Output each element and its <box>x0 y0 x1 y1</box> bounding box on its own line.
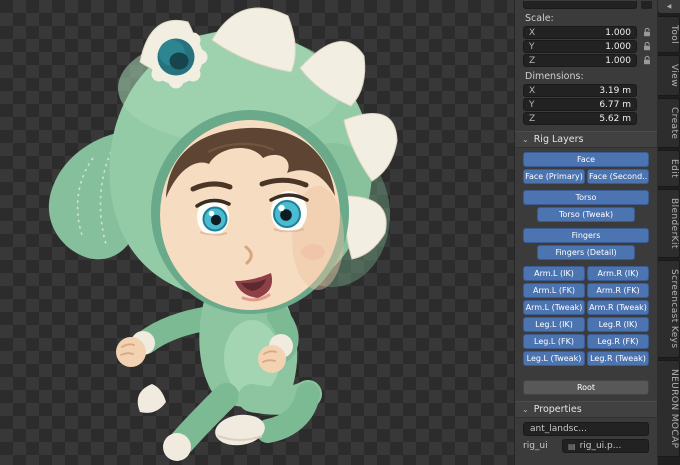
chevron-down-icon: ⌄ <box>522 405 529 414</box>
properties-title: Properties <box>534 404 582 415</box>
rig-button-face-primary[interactable]: Face (Primary) <box>523 169 585 184</box>
scale-z-row: Z 1.000 <box>523 54 653 67</box>
rig-button-leg-l-tweak[interactable]: Leg.L (Tweak) <box>523 351 585 366</box>
sidebar-tabs: ◀ Tool View Create Edit BlenderKit Scree… <box>658 0 680 465</box>
dimensions-y-field[interactable]: Y 6.77 m <box>523 98 637 111</box>
sidebar-collapse-tab[interactable]: ◀ <box>658 0 680 13</box>
rig-button-fingers-detail[interactable]: Fingers (Detail) <box>537 245 635 260</box>
scale-label: Scale: <box>525 13 657 24</box>
scale-z-lock[interactable] <box>640 55 653 66</box>
rig-button-face[interactable]: Face <box>523 152 649 167</box>
tab-edit[interactable]: Edit <box>658 150 680 187</box>
character-model[interactable] <box>0 0 514 465</box>
rig-button-fingers[interactable]: Fingers <box>523 228 649 243</box>
rig-button-torso[interactable]: Torso <box>523 190 649 205</box>
blender-window: Scale: X 1.000 Y 1.000 Z 1.000 <box>0 0 680 465</box>
scale-x-lock[interactable] <box>640 27 653 38</box>
clipped-field-row <box>523 1 653 9</box>
text-file-icon: ▤ <box>568 442 576 451</box>
tab-neuron-mocap[interactable]: NEURON MOCAP <box>658 360 680 457</box>
collapse-arrow-icon: ◀ <box>667 3 672 10</box>
dimensions-label: Dimensions: <box>525 71 657 82</box>
scale-y-field[interactable]: Y 1.000 <box>523 40 637 53</box>
rig-button-arm-l-tweak[interactable]: Arm.L (Tweak) <box>523 300 585 315</box>
rig-button-arm-r-tweak[interactable]: Arm.R (Tweak) <box>587 300 649 315</box>
tab-create[interactable]: Create <box>658 98 680 148</box>
properties-panel-header[interactable]: ⌄ Properties <box>515 401 657 418</box>
lock-open-icon <box>642 55 652 66</box>
rig-layers-panel-header[interactable]: ⌄ Rig Layers <box>515 131 657 148</box>
rig-layers-title: Rig Layers <box>534 134 584 145</box>
clipped-value-field[interactable] <box>523 1 637 9</box>
rig-button-root[interactable]: Root <box>523 380 649 395</box>
scale-x-field[interactable]: X 1.000 <box>523 26 637 39</box>
scale-y-row: Y 1.000 <box>523 40 653 53</box>
rig-button-arm-l-fk[interactable]: Arm.L (FK) <box>523 283 585 298</box>
lock-open-icon[interactable] <box>641 1 652 9</box>
id-selector-field[interactable]: ant_landsc... <box>523 422 649 436</box>
rig-ui-row: rig_ui ▤ rig_ui.p... <box>523 439 649 453</box>
scale-x-row: X 1.000 <box>523 26 653 39</box>
rig-button-leg-r-ik[interactable]: Leg.R (IK) <box>587 317 649 332</box>
dimensions-x-row: X 3.19 m <box>523 84 653 97</box>
rig-button-face-secondary[interactable]: Face (Second... <box>587 169 649 184</box>
tab-blenderkit[interactable]: BlenderKit <box>658 189 680 258</box>
dimensions-z-field[interactable]: Z 5.62 m <box>523 112 637 125</box>
rig-button-leg-r-tweak[interactable]: Leg.R (Tweak) <box>587 351 649 366</box>
rig-button-torso-tweak[interactable]: Torso (Tweak) <box>537 207 635 222</box>
rig-ui-label: rig_ui <box>523 441 557 451</box>
tab-tool[interactable]: Tool <box>658 16 680 53</box>
rig-ui-field[interactable]: ▤ rig_ui.p... <box>562 439 649 453</box>
dimensions-z-row: Z 5.62 m <box>523 112 653 125</box>
rig-button-leg-l-fk[interactable]: Leg.L (FK) <box>523 334 585 349</box>
dimensions-x-field[interactable]: X 3.19 m <box>523 84 637 97</box>
rig-button-arm-r-ik[interactable]: Arm.R (IK) <box>587 266 649 281</box>
chevron-down-icon: ⌄ <box>522 135 529 144</box>
dimensions-y-row: Y 6.77 m <box>523 98 653 111</box>
tab-screencast-keys[interactable]: Screencast Keys <box>658 260 680 358</box>
rig-button-leg-r-fk[interactable]: Leg.R (FK) <box>587 334 649 349</box>
rig-button-arm-l-ik[interactable]: Arm.L (IK) <box>523 266 585 281</box>
scale-z-field[interactable]: Z 1.000 <box>523 54 637 67</box>
sidebar-panel: Scale: X 1.000 Y 1.000 Z 1.000 <box>514 0 657 465</box>
rig-button-leg-l-ik[interactable]: Leg.L (IK) <box>523 317 585 332</box>
rig-ui-value: rig_ui.p... <box>580 441 622 451</box>
rig-button-arm-r-fk[interactable]: Arm.R (FK) <box>587 283 649 298</box>
scale-y-lock[interactable] <box>640 41 653 52</box>
tab-view[interactable]: View <box>658 55 680 96</box>
3d-viewport[interactable] <box>0 0 514 465</box>
lock-open-icon <box>642 41 652 52</box>
lock-open-icon <box>642 27 652 38</box>
